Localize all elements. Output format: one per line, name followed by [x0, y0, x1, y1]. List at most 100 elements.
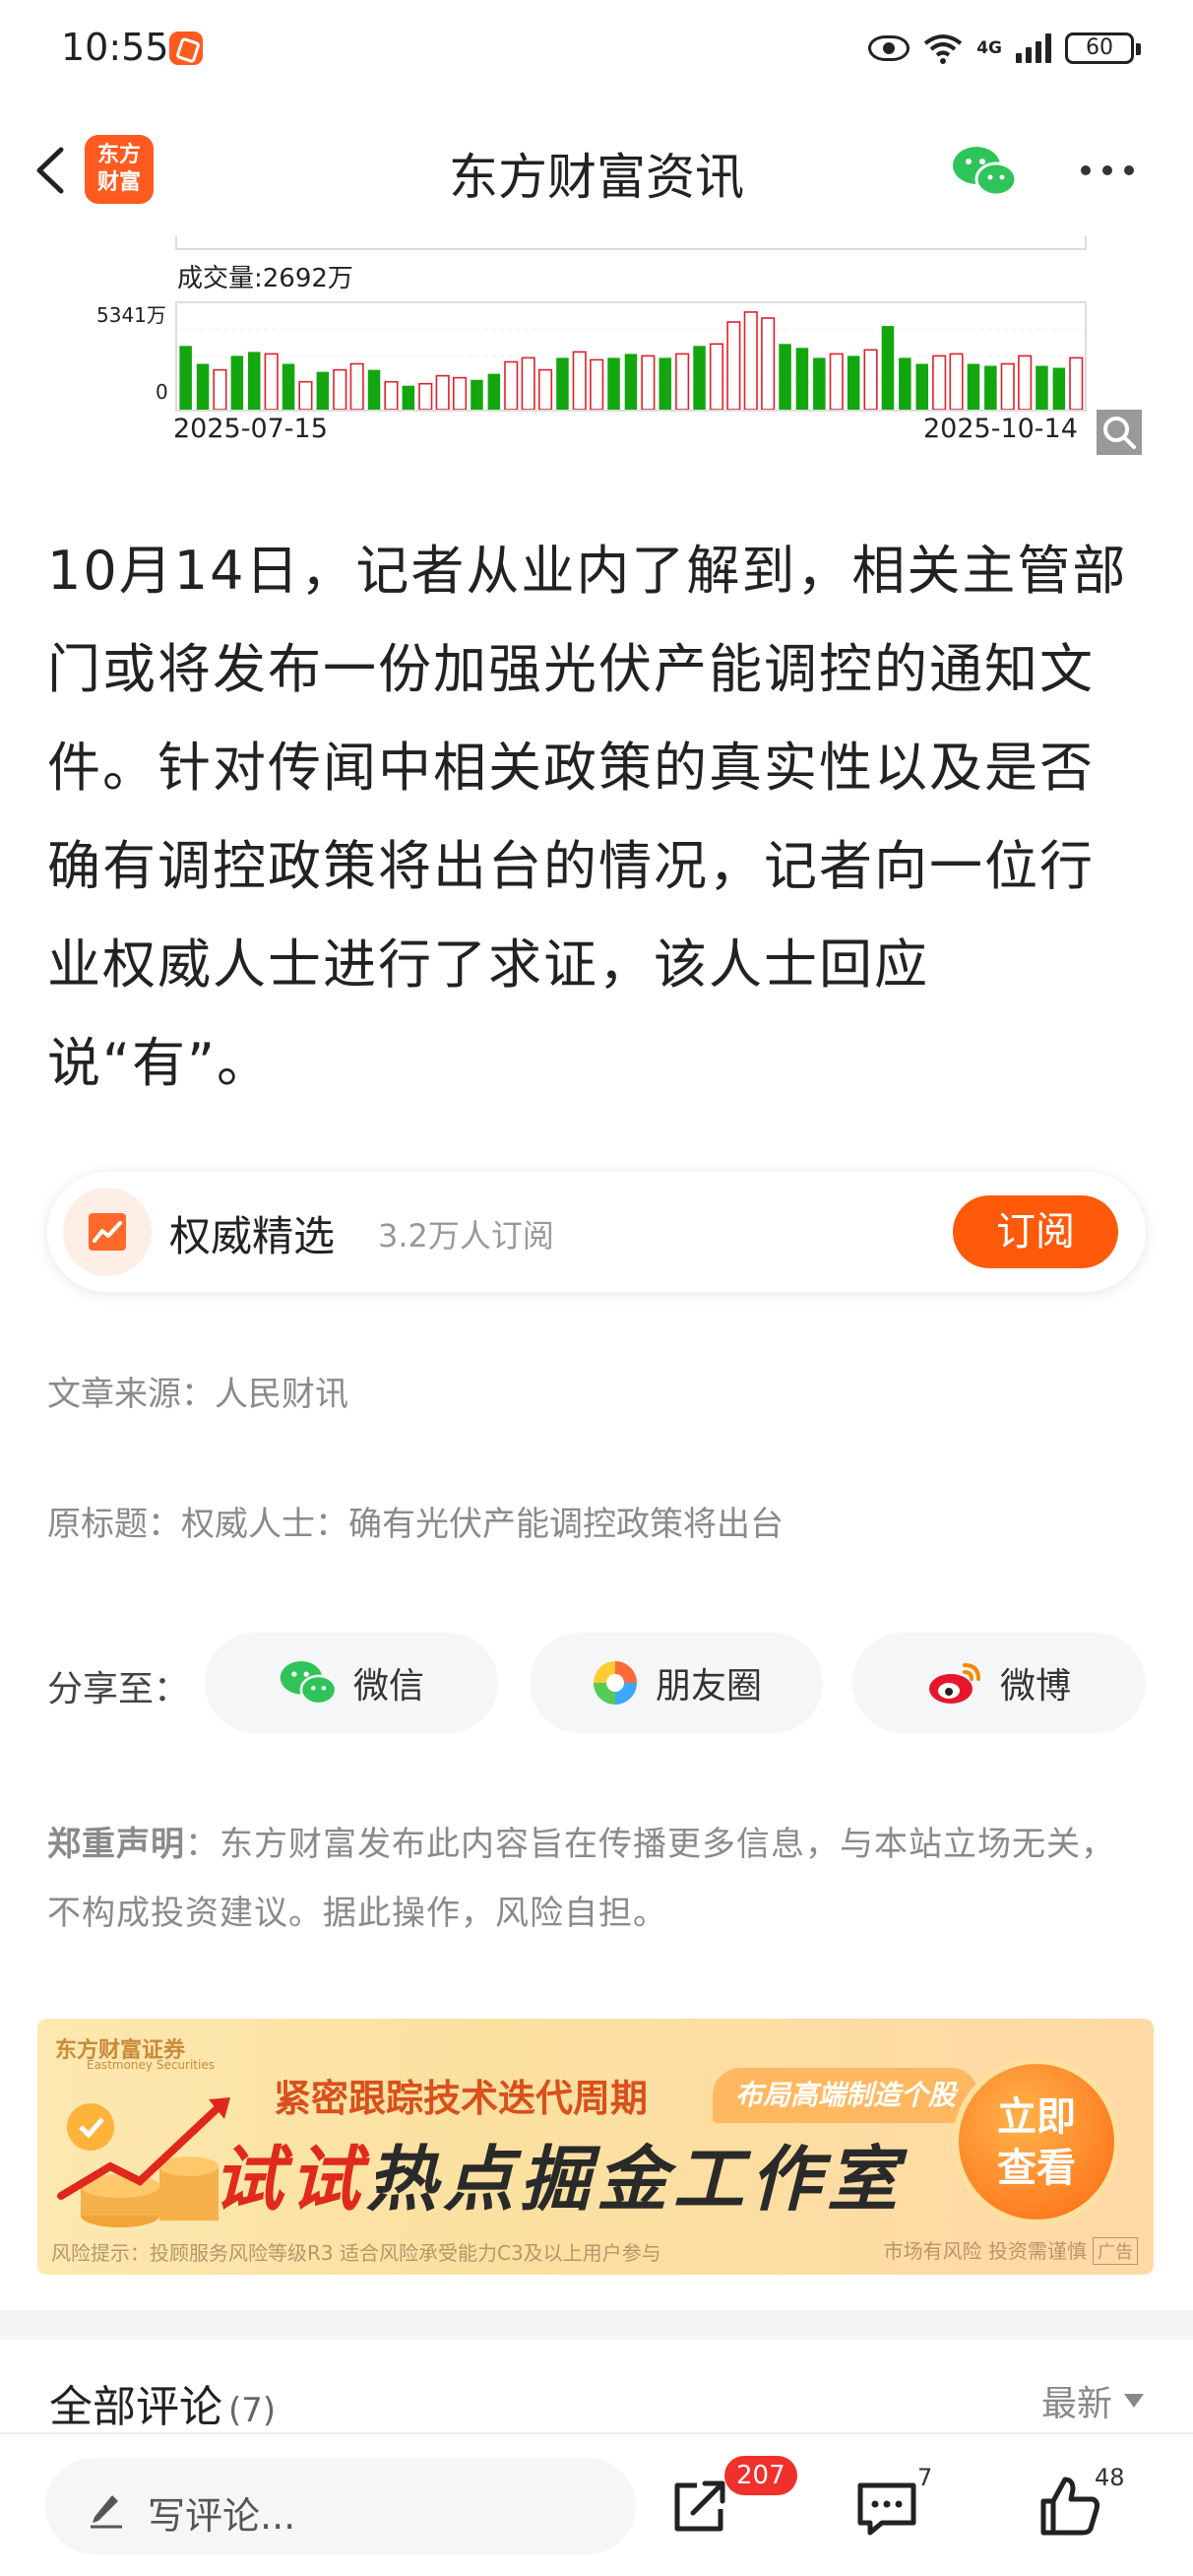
subscribe-card[interactable]: 权威精选 3.2万人订阅 订阅: [47, 1172, 1146, 1292]
battery-icon: 60: [1065, 32, 1141, 64]
volume-bar: [196, 363, 210, 410]
volume-bar: [829, 353, 844, 411]
share-wechat-label: 微信: [352, 1666, 424, 1707]
signal-icon: [1016, 33, 1051, 63]
app-header: 东方 财富 东方财富资讯: [0, 98, 1193, 244]
volume-bar: [230, 355, 244, 410]
volume-bar: [847, 355, 860, 410]
volume-bar: [333, 368, 347, 411]
banner-subtitle: 紧密跟踪技术迭代周期: [274, 2077, 649, 2120]
subscriber-count: 3.2万人订阅: [378, 1217, 554, 1255]
chevron-down-icon: [1124, 2394, 1144, 2408]
banner-footnote: 风险提示：投顾服务风险等级R3 适合风险承受能力C3及以上用户参与: [51, 2241, 661, 2265]
sort-label: 最新: [1040, 2384, 1112, 2424]
banner-risk: 市场有风险 投资需谨慎 广告: [884, 2235, 1138, 2265]
share-count-badge: 207: [724, 2456, 797, 2495]
price-chart-bottom: [175, 236, 1087, 250]
share-weibo-button[interactable]: 微博: [852, 1633, 1146, 1733]
volume-bar: [556, 357, 569, 410]
volume-bar: [504, 360, 519, 411]
ad-label: 广告: [1093, 2237, 1138, 2265]
pencil-icon: [91, 2495, 122, 2529]
banner-tag: 布局高端制造个股: [713, 2068, 978, 2123]
wechat-share-icon[interactable]: [951, 144, 1018, 199]
volume-bar: [709, 343, 724, 411]
volume-bar: [932, 354, 947, 411]
volume-bar: [641, 354, 656, 411]
banner-cta-line2: 查看: [997, 2146, 1076, 2191]
more-options-icon[interactable]: [1081, 165, 1134, 175]
volume-bar: [537, 368, 553, 411]
volume-bar: [521, 356, 535, 411]
volume-bar: [418, 382, 433, 411]
banner-risk-text: 市场有风险 投资需谨慎: [883, 2239, 1087, 2263]
ad-banner[interactable]: 东方财富证券 Eastmoney Securities 紧密跟踪技术迭代周期 布…: [37, 2019, 1154, 2275]
comments-sort-dropdown[interactable]: 最新: [1041, 2375, 1144, 2426]
share-moments-button[interactable]: 朋友圈: [530, 1633, 823, 1733]
volume-bar: [452, 376, 468, 411]
x-end-label: 2025-10-14: [923, 414, 1078, 444]
volume-bar: [795, 348, 809, 410]
volume-bar: [435, 374, 450, 411]
disclaimer-text: ：东方财富发布此内容旨在传播更多信息，与本站立场无关，不构成投资建议。据此操作，…: [47, 1825, 1115, 1933]
share-moments-label: 朋友圈: [655, 1666, 762, 1707]
volume-bar: [590, 358, 604, 411]
banner-cta-line1: 立即: [997, 2094, 1076, 2140]
volume-bar: [298, 380, 313, 411]
volume-bar: [675, 353, 690, 411]
volume-bar: [179, 346, 192, 410]
status-bar: 10:55 4G 60: [0, 0, 1193, 98]
channel-icon: [63, 1188, 152, 1276]
comments-title: 全部评论: [49, 2382, 222, 2432]
volume-bar: [881, 326, 895, 410]
status-time: 10:55: [61, 26, 169, 69]
volume-bar: [659, 357, 671, 410]
volume-bar: [367, 369, 381, 410]
write-comment-input[interactable]: 写评论...: [45, 2458, 636, 2554]
volume-chart-frame: [175, 301, 1087, 412]
share-out-icon[interactable]: [665, 2472, 734, 2541]
y-tick-max: 5341万: [96, 303, 166, 327]
volume-label: 成交量:2692万: [177, 264, 353, 293]
volume-bar: [607, 357, 620, 410]
section-divider: [0, 2310, 1193, 2340]
volume-bar: [1036, 365, 1048, 410]
eye-comfort-icon: [868, 35, 910, 61]
bottom-action-bar: 写评论... 207 7 48: [0, 2432, 1193, 2576]
share-weibo-label: 微博: [999, 1666, 1071, 1707]
volume-bar: [213, 368, 227, 411]
volume-bar: [282, 363, 295, 410]
volume-bar: [761, 317, 776, 411]
volume-bar: [863, 349, 878, 411]
volume-bar: [264, 353, 279, 411]
share-wechat-button[interactable]: 微信: [205, 1633, 498, 1733]
volume-bar: [248, 352, 261, 410]
subscribe-button[interactable]: 订阅: [953, 1195, 1118, 1268]
volume-bar: [949, 353, 964, 411]
x-start-label: 2025-07-15: [173, 414, 328, 444]
banner-headline: 试试热点掘金工作室: [213, 2121, 904, 2224]
volume-bar: [984, 365, 997, 410]
wifi-icon: [923, 34, 963, 64]
app-notification-icon: [169, 32, 203, 65]
chart-zoom-button[interactable]: [1097, 410, 1142, 455]
volume-bar: [1000, 362, 1015, 411]
original-title: 原标题：权威人士：确有光伏产能调控政策将出台: [47, 1505, 784, 1544]
volume-bar: [572, 351, 587, 411]
comment-icon[interactable]: [852, 2474, 921, 2543]
volume-bar: [349, 362, 364, 411]
disclaimer: 郑重声明：东方财富发布此内容旨在传播更多信息，与本站立场无关，不构成投资建议。据…: [47, 1810, 1146, 1948]
volume-bar: [1052, 367, 1066, 410]
volume-bar: [915, 363, 928, 410]
comments-count: (7): [228, 2391, 277, 2430]
wechat-icon: [280, 1660, 338, 1706]
network-type: 4G: [976, 38, 1002, 58]
disclaimer-label: 郑重声明: [47, 1825, 185, 1864]
volume-bar: [779, 344, 791, 410]
like-count: 48: [1095, 2464, 1125, 2491]
volume-bar: [487, 373, 501, 410]
article-body: 10月14日，记者从业内了解到，相关主管部门或将发布一份加强光伏产能调控的通知文…: [47, 540, 1128, 1094]
banner-cta-button[interactable]: 立即 查看: [953, 2058, 1120, 2225]
article-source: 文章来源：人民财讯: [47, 1375, 348, 1414]
volume-bar: [384, 380, 399, 411]
